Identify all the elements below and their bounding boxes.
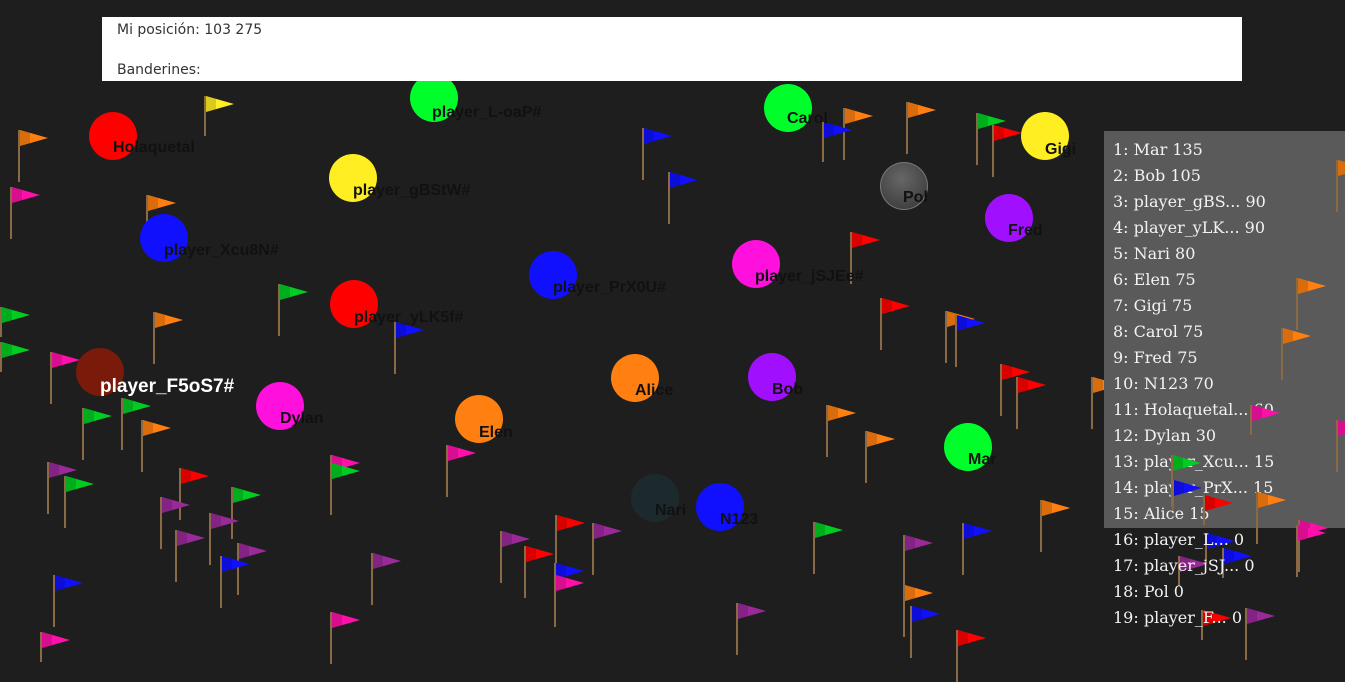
player-name-label: player_PrX0U# xyxy=(553,279,666,296)
flag-cloth xyxy=(155,312,183,328)
flag-cloth xyxy=(1338,160,1345,176)
leaderboard-row: 12: Dylan 30 xyxy=(1113,426,1217,445)
flag-cloth xyxy=(211,513,239,529)
player-name-label: Bob xyxy=(772,381,804,398)
flag-cloth xyxy=(828,405,856,421)
player-name-label: Gigi xyxy=(1045,141,1077,158)
flag-cloth xyxy=(815,522,843,538)
leaderboard-row: 18: Pol 0 xyxy=(1113,582,1184,601)
flag-cloth xyxy=(233,487,261,503)
leaderboard-row: 10: N123 70 xyxy=(1113,374,1214,393)
flag-cloth xyxy=(373,553,401,569)
player-name-label: Mar xyxy=(968,451,997,468)
player-name-label: player_gBStW# xyxy=(353,182,471,199)
flag-cloth xyxy=(1258,492,1286,508)
flag-cloth xyxy=(1174,480,1202,496)
leaderboard-row: 1: Mar 135 xyxy=(1113,140,1203,159)
flag-cloth xyxy=(448,445,476,461)
flag-cloth xyxy=(42,632,70,648)
flag-cloth xyxy=(49,462,77,478)
flag-cloth xyxy=(280,284,308,300)
flag-cloth xyxy=(2,307,30,323)
flag-cloth xyxy=(1018,377,1046,393)
player-name-label: Alice xyxy=(635,382,674,399)
flag-cloth xyxy=(1298,278,1326,294)
player-name-label: player_Xcu8N# xyxy=(164,242,279,259)
flag-cloth xyxy=(1247,608,1275,624)
flag-cloth xyxy=(143,420,171,436)
flag-cloth xyxy=(905,535,933,551)
player-name-label: Holaquetal xyxy=(113,139,195,156)
player-name-label: Dylan xyxy=(280,410,324,427)
leaderboard-row: 17: player_jSJ... 0 xyxy=(1113,556,1255,575)
flag-cloth xyxy=(905,585,933,601)
flag-cloth xyxy=(222,556,250,572)
position-readout: Mi posición: 103 275 xyxy=(117,22,262,38)
flag-cloth xyxy=(177,530,205,546)
flag-cloth xyxy=(1298,525,1326,541)
player-name-label: Fred xyxy=(1008,222,1043,239)
flag-cloth xyxy=(957,315,985,331)
flag-cloth xyxy=(882,298,910,314)
flag-cloth xyxy=(181,468,209,484)
flag-cloth xyxy=(1205,495,1233,511)
flag-cloth xyxy=(556,575,584,591)
player-name-label: Elen xyxy=(479,424,513,441)
flag-cloth xyxy=(912,606,940,622)
flag-cloth xyxy=(670,172,698,188)
player-name-label: N123 xyxy=(720,511,759,528)
leaderboard-row: 7: Gigi 75 xyxy=(1113,296,1193,315)
leaderboard-row: 8: Carol 75 xyxy=(1113,322,1204,341)
flag-cloth xyxy=(852,232,880,248)
player-name-label: Nari xyxy=(655,502,687,519)
leaderboard-row: 16: player_L... 0 xyxy=(1113,530,1245,549)
flag-cloth xyxy=(206,96,234,112)
flag-cloth xyxy=(1338,420,1345,436)
flag-cloth xyxy=(1042,500,1070,516)
flag-cloth xyxy=(162,497,190,513)
flag-cloth xyxy=(738,603,766,619)
leaderboard-row: 2: Bob 105 xyxy=(1113,166,1201,185)
leaderboard-row: 5: Nari 80 xyxy=(1113,244,1196,263)
flag-cloth xyxy=(1173,455,1201,471)
flag-cloth xyxy=(526,546,554,562)
player-name-label: player_yLK5f# xyxy=(354,309,464,326)
position-value: 103 275 xyxy=(204,22,263,38)
player-name-label: player_L-oaP# xyxy=(432,104,542,121)
flag-cloth xyxy=(964,523,992,539)
flag-cloth xyxy=(148,195,176,211)
player-name-label: player_jSJEe# xyxy=(755,268,864,285)
player-name-label: Pol xyxy=(903,189,928,206)
flag-cloth xyxy=(994,125,1022,141)
flag-cloth xyxy=(867,431,895,447)
leaderboard-row: 4: player_yLK... 90 xyxy=(1113,218,1266,237)
flag-cloth xyxy=(12,187,40,203)
flag-cloth xyxy=(20,130,48,146)
flag-cloth xyxy=(557,515,585,531)
flag-cloth xyxy=(908,102,936,118)
flag-cloth xyxy=(594,523,622,539)
flag-cloth xyxy=(332,463,360,479)
flag-cloth xyxy=(644,128,672,144)
leaderboard-row: 19: player_F... 0 xyxy=(1113,608,1243,627)
flags-label: Banderines: xyxy=(117,62,201,78)
position-panel: Mi posición: 103 275 Banderines: xyxy=(102,17,1242,81)
flag-cloth xyxy=(958,630,986,646)
position-label: Mi posición: xyxy=(117,22,200,38)
flag-cloth xyxy=(55,575,83,591)
player-name-label: Carol xyxy=(787,110,828,127)
flag-cloth xyxy=(2,342,30,358)
flag-cloth xyxy=(123,398,151,414)
leaderboard-row: 9: Fred 75 xyxy=(1113,348,1198,367)
flag-cloth xyxy=(1252,405,1280,421)
flag-cloth xyxy=(1283,328,1311,344)
flag-cloth xyxy=(824,122,852,138)
leaderboard-row: 15: Alice 15 xyxy=(1113,504,1210,523)
leaderboard-row: 3: player_gBS... 90 xyxy=(1113,192,1266,211)
leaderboard-row: 6: Elen 75 xyxy=(1113,270,1196,289)
flag-cloth xyxy=(332,612,360,628)
player-name-label: player_F5oS7# xyxy=(100,376,235,397)
flag-cloth xyxy=(84,408,112,424)
